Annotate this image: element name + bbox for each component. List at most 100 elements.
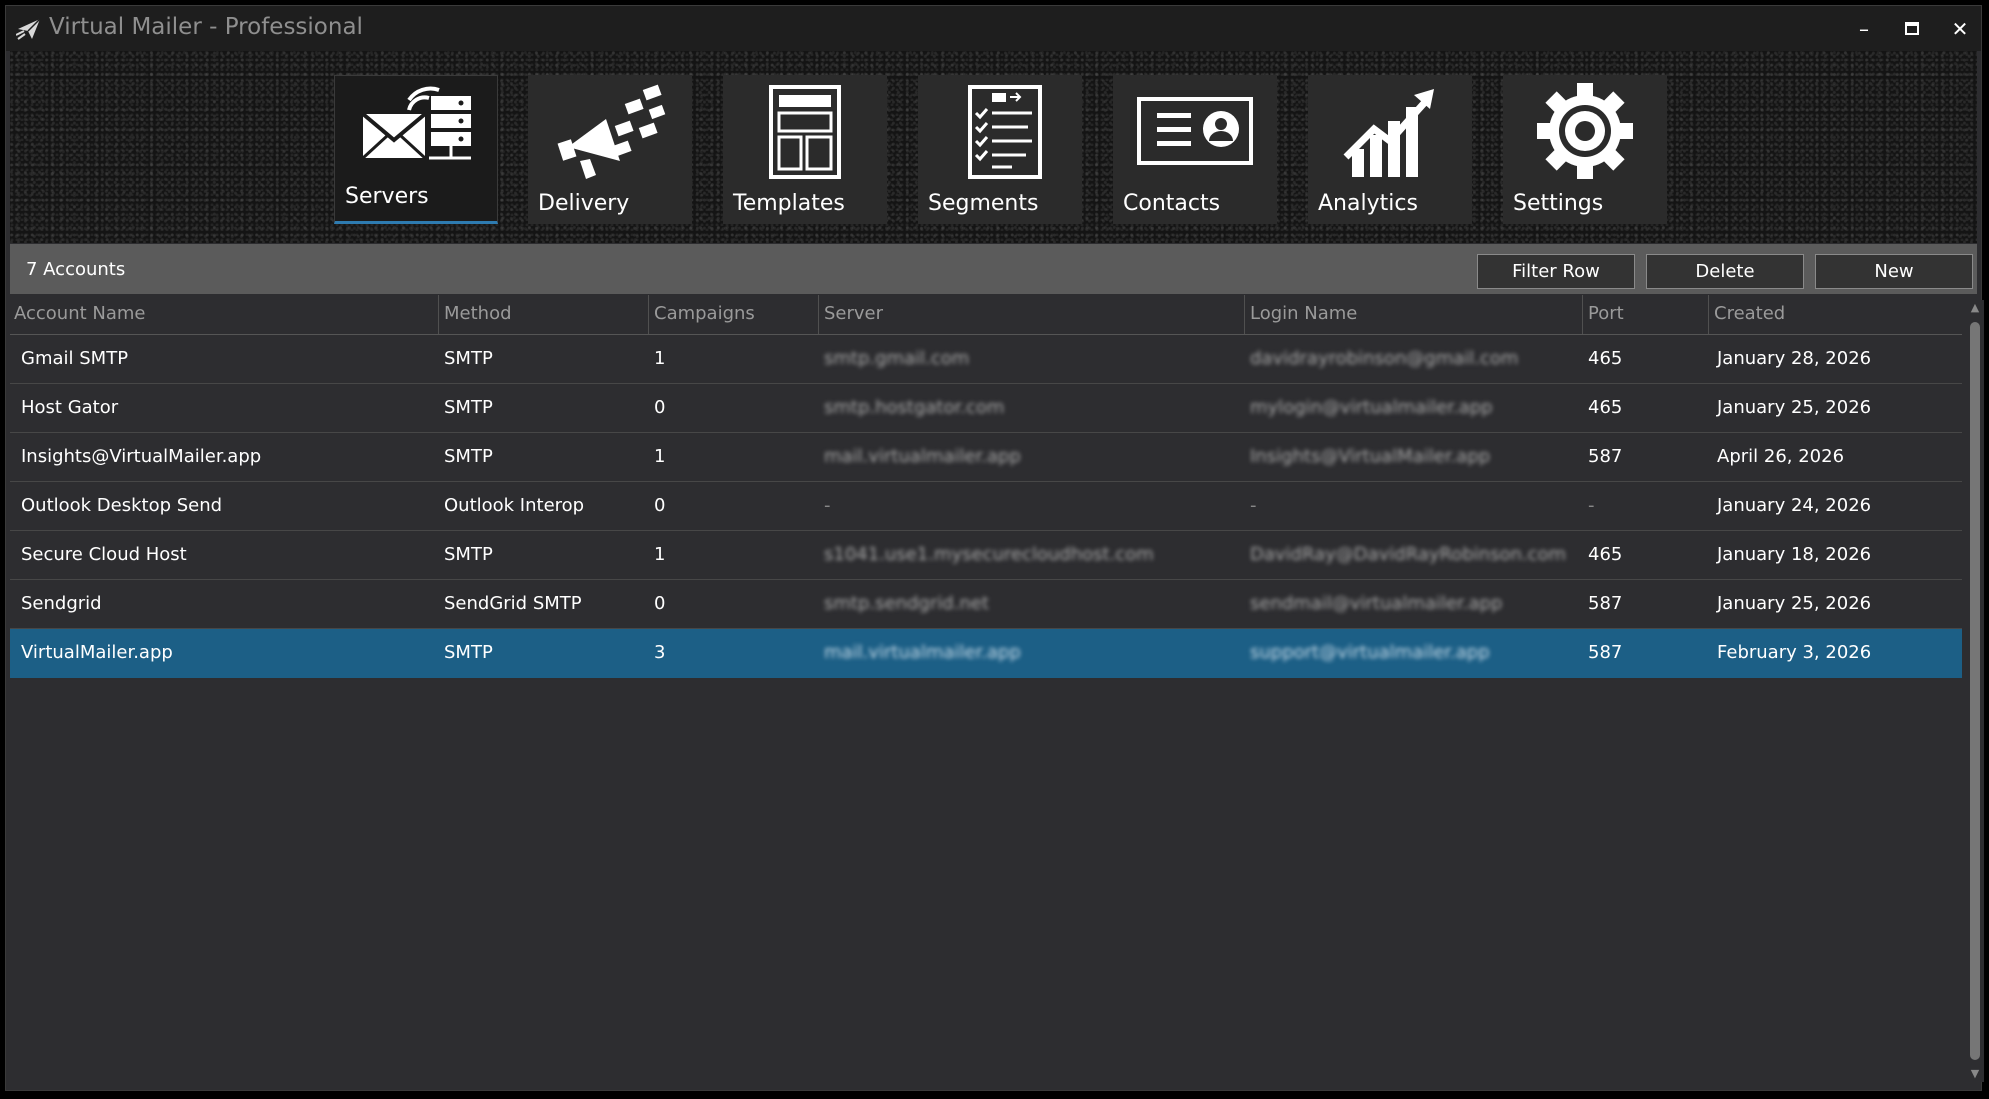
table-row-selected[interactable]: VirtualMailer.app SMTP 3 mail.virtualmai… [10, 629, 1962, 678]
cell-method: SMTP [444, 446, 493, 467]
delete-button[interactable]: Delete [1646, 254, 1804, 289]
column-divider[interactable] [648, 295, 649, 334]
cell-method: SMTP [444, 642, 493, 663]
table-row[interactable]: Sendgrid SendGrid SMTP 0 smtp.sendgrid.n… [10, 580, 1962, 629]
paper-plane-icon [16, 18, 41, 40]
column-header-account-name[interactable]: Account Name [14, 303, 146, 325]
tab-settings[interactable]: Settings [1503, 75, 1667, 224]
close-button[interactable]: ✕ [1940, 14, 1980, 44]
cell-created: January 28, 2026 [1717, 348, 1872, 369]
cell-campaigns: 1 [654, 348, 666, 369]
tab-label: Contacts [1123, 191, 1221, 216]
cell-method: SMTP [444, 348, 493, 369]
cell-port: 465 [1588, 544, 1623, 565]
cell-campaigns: 3 [654, 642, 666, 663]
filter-row-button[interactable]: Filter Row [1477, 254, 1635, 289]
cell-port: 465 [1588, 348, 1623, 369]
cell-login-name: Insights@VirtualMailer.app [1250, 446, 1491, 467]
cell-server: s1041.use1.mysecurecloudhost.com [824, 544, 1154, 565]
column-header-port[interactable]: Port [1588, 303, 1624, 325]
column-header-server[interactable]: Server [824, 303, 883, 325]
table-row[interactable]: Gmail SMTP SMTP 1 smtp.gmail.com davidra… [10, 335, 1962, 384]
cell-login-name: davidrayrobinson@gmail.com [1250, 348, 1519, 369]
maximize-icon [1905, 22, 1919, 35]
ribbon: Servers Delivery Templates Segments Cont… [10, 51, 1977, 243]
cell-method: SMTP [444, 397, 493, 418]
cell-method: Outlook Interop [444, 495, 585, 516]
table-row[interactable]: Secure Cloud Host SMTP 1 s1041.use1.myse… [10, 531, 1962, 580]
minimize-button[interactable]: – [1844, 14, 1884, 44]
checklist-icon [968, 85, 1042, 179]
cell-campaigns: 0 [654, 495, 666, 516]
cell-port: 587 [1588, 446, 1623, 467]
cell-server: smtp.sendgrid.net [824, 593, 989, 614]
grid-header: Account Name Method Campaigns Server Log… [10, 295, 1962, 335]
tab-analytics[interactable]: Analytics [1308, 75, 1472, 224]
cell-created: April 26, 2026 [1717, 446, 1845, 467]
column-divider[interactable] [818, 295, 819, 334]
cell-created: February 3, 2026 [1717, 642, 1872, 663]
megaphone-icon [557, 84, 666, 179]
column-header-campaigns[interactable]: Campaigns [654, 303, 755, 325]
account-count: 7 Accounts [26, 259, 126, 280]
cell-server: mail.virtualmailer.app [824, 642, 1021, 663]
tab-label: Settings [1513, 191, 1604, 216]
cell-method: SMTP [444, 544, 493, 565]
cell-server: - [824, 495, 831, 516]
tab-segments[interactable]: Segments [918, 75, 1082, 224]
column-divider[interactable] [1244, 295, 1245, 334]
scroll-down-arrow-icon[interactable]: ▼ [1969, 1068, 1981, 1080]
tab-label: Analytics [1318, 191, 1418, 216]
scrollbar-thumb[interactable] [1970, 322, 1980, 1060]
table-row[interactable]: Outlook Desktop Send Outlook Interop 0 -… [10, 482, 1962, 531]
vertical-scrollbar[interactable]: ▲ ▼ [1966, 300, 1984, 1082]
template-icon [769, 85, 841, 179]
title-bar[interactable]: Virtual Mailer - Professional – ✕ [6, 6, 1981, 51]
cell-port: - [1588, 495, 1595, 516]
tab-contacts[interactable]: Contacts [1113, 75, 1277, 224]
table-row[interactable]: Host Gator SMTP 0 smtp.hostgator.com myl… [10, 384, 1962, 433]
column-header-login-name[interactable]: Login Name [1250, 303, 1357, 325]
cell-login-name: - [1250, 495, 1257, 516]
window-title: Virtual Mailer - Professional [49, 14, 363, 40]
tab-servers[interactable]: Servers [334, 75, 498, 224]
accounts-grid: Account Name Method Campaigns Server Log… [10, 295, 1962, 1085]
servers-icon [361, 86, 471, 160]
cell-account-name: Sendgrid [21, 593, 102, 614]
cell-server: smtp.gmail.com [824, 348, 970, 369]
cell-account-name: Insights@VirtualMailer.app [21, 446, 262, 467]
column-header-method[interactable]: Method [444, 303, 512, 325]
tab-templates[interactable]: Templates [723, 75, 887, 224]
tab-label: Templates [733, 191, 845, 216]
cell-created: January 25, 2026 [1717, 593, 1872, 614]
cell-method: SendGrid SMTP [444, 593, 582, 614]
column-divider[interactable] [1582, 295, 1583, 334]
column-divider[interactable] [438, 295, 439, 334]
contact-card-icon [1137, 97, 1253, 165]
cell-port: 587 [1588, 593, 1623, 614]
tab-label: Delivery [538, 191, 630, 216]
cell-created: January 25, 2026 [1717, 397, 1872, 418]
analytics-icon [1343, 89, 1434, 177]
grid-toolbar: 7 Accounts Filter Row Delete New [10, 244, 1977, 294]
column-header-created[interactable]: Created [1714, 303, 1785, 325]
tab-label: Segments [928, 191, 1039, 216]
cell-login-name: sendmail@virtualmailer.app [1250, 593, 1503, 614]
cell-account-name: Gmail SMTP [21, 348, 129, 369]
cell-login-name: DavidRay@DavidRayRobinson.com [1250, 544, 1567, 565]
cell-account-name: VirtualMailer.app [21, 642, 173, 663]
column-divider[interactable] [1708, 295, 1709, 334]
cell-account-name: Secure Cloud Host [21, 544, 187, 565]
app-window: Virtual Mailer - Professional – ✕ Server… [5, 5, 1984, 1091]
cell-campaigns: 1 [654, 446, 666, 467]
cell-login-name: mylogin@virtualmailer.app [1250, 397, 1493, 418]
new-button[interactable]: New [1815, 254, 1973, 289]
cell-campaigns: 0 [654, 593, 666, 614]
table-row[interactable]: Insights@VirtualMailer.app SMTP 1 mail.v… [10, 433, 1962, 482]
tab-label: Servers [345, 184, 429, 209]
cell-server: mail.virtualmailer.app [824, 446, 1021, 467]
cell-login-name: support@virtualmailer.app [1250, 642, 1490, 663]
maximize-button[interactable] [1892, 14, 1932, 44]
scroll-up-arrow-icon[interactable]: ▲ [1969, 302, 1981, 314]
tab-delivery[interactable]: Delivery [528, 75, 692, 224]
